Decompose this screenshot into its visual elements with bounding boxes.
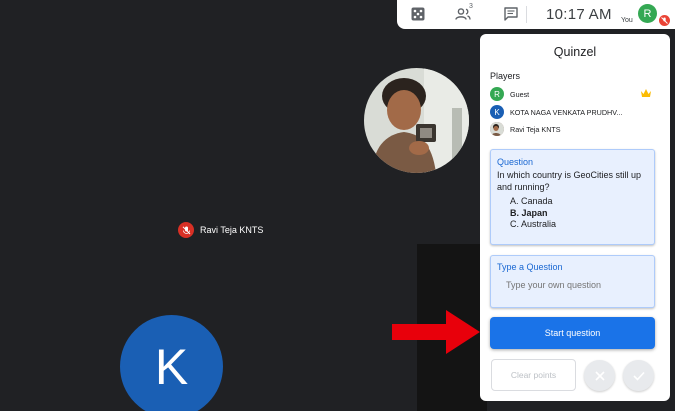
type-question-card: Type a Question [490, 255, 655, 308]
question-card-title: Question [497, 157, 534, 167]
participant-avatar-initial: K [154, 338, 189, 395]
topbar-divider [526, 6, 527, 23]
participant-count-badge: 3 [469, 3, 473, 10]
player-name: Ravi Teja KNTS [510, 124, 561, 134]
mic-off-icon [659, 15, 670, 26]
player-avatar-initial: K [494, 107, 500, 117]
participant-video-thumbnail [364, 68, 469, 173]
red-arrow-annotation [392, 310, 480, 354]
player-avatar: R [490, 87, 504, 101]
close-icon [594, 370, 605, 381]
answer-option: C. Australia [510, 219, 557, 229]
presenter-name-tag: Ravi Teja KNTS [178, 222, 263, 238]
question-text: In which country is GeoCities still up a… [497, 170, 642, 192]
custom-question-input[interactable] [506, 280, 646, 290]
player-name: Guest [510, 89, 530, 99]
mic-off-icon [178, 222, 194, 238]
start-question-button[interactable]: Start question [490, 317, 655, 349]
chat-icon[interactable] [504, 5, 518, 23]
answer-option-correct: B. Japan [510, 207, 548, 218]
clear-points-button[interactable]: Clear points [491, 359, 576, 391]
presenter-name: Ravi Teja KNTS [200, 225, 264, 235]
crown-icon [641, 89, 651, 97]
meet-top-bar: 3 10:17 AM You R [397, 0, 675, 29]
panel-title: Quinzel [553, 45, 597, 59]
player-avatar-initial: R [494, 89, 500, 99]
player-item: Ravi Teja KNTS [490, 122, 561, 136]
player-name: KOTA NAGA VENKATA PRUDHV... [510, 107, 623, 117]
confirm-button[interactable] [623, 360, 654, 391]
check-icon [632, 371, 645, 381]
close-button[interactable] [584, 360, 615, 391]
player-item: R Guest [490, 87, 529, 101]
players-heading: Players [490, 71, 521, 81]
answer-option: A. Canada [510, 196, 553, 206]
question-card: Question In which country is GeoCities s… [490, 149, 655, 245]
player-avatar-photo [490, 122, 504, 136]
player-item: K KOTA NAGA VENKATA PRUDHV... [490, 105, 622, 119]
user-avatar[interactable]: R [638, 4, 657, 23]
type-question-title: Type a Question [497, 262, 563, 272]
participant-avatar: K [120, 315, 223, 411]
player-avatar: K [490, 105, 504, 119]
clock-time: 10:17 AM [546, 6, 612, 23]
activities-icon[interactable] [411, 5, 425, 23]
user-avatar-initial: R [643, 7, 652, 20]
quinzel-panel: Quinzel Players R Guest K KOTA NAGA VENK… [480, 34, 670, 401]
you-label: You [621, 17, 633, 24]
